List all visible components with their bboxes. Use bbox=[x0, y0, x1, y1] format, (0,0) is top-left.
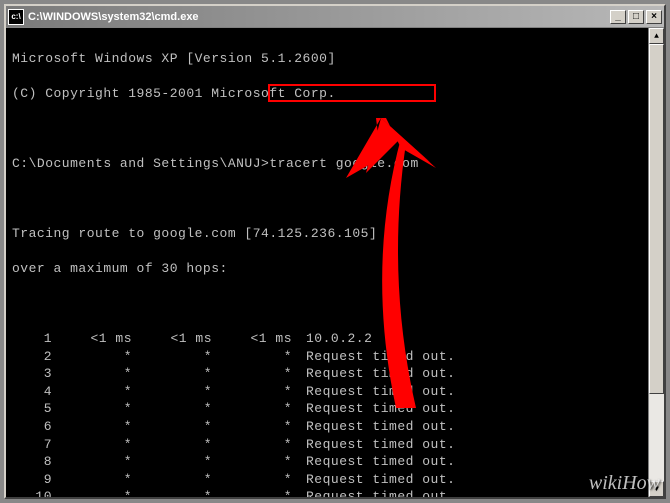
scroll-track[interactable] bbox=[649, 44, 664, 481]
title-bar[interactable]: c:\ C:\WINDOWS\system32\cmd.exe _ □ × bbox=[6, 6, 664, 28]
header-line-2: (C) Copyright 1985-2001 Microsoft Corp. bbox=[12, 85, 658, 103]
scroll-thumb[interactable] bbox=[649, 44, 664, 394]
hop-row: 5***Request timed out. bbox=[12, 400, 658, 418]
vertical-scrollbar[interactable]: ▲ ▼ bbox=[648, 28, 664, 497]
header-line-1: Microsoft Windows XP [Version 5.1.2600] bbox=[12, 50, 658, 68]
hop-row: 7***Request timed out. bbox=[12, 436, 658, 454]
hop-row: 4***Request timed out. bbox=[12, 383, 658, 401]
close-button[interactable]: × bbox=[646, 10, 662, 24]
minimize-button[interactable]: _ bbox=[610, 10, 626, 24]
hop-row: 3***Request timed out. bbox=[12, 365, 658, 383]
cmd-window: c:\ C:\WINDOWS\system32\cmd.exe _ □ × Mi… bbox=[4, 4, 666, 499]
prompt-path: C:\Documents and Settings\ANUJ> bbox=[12, 156, 269, 171]
cmd-icon: c:\ bbox=[8, 9, 24, 25]
terminal-output[interactable]: Microsoft Windows XP [Version 5.1.2600] … bbox=[6, 28, 664, 497]
maximize-button[interactable]: □ bbox=[628, 10, 644, 24]
hop-row: 8***Request timed out. bbox=[12, 453, 658, 471]
scroll-down-button[interactable]: ▼ bbox=[649, 481, 664, 497]
hop-row: 2***Request timed out. bbox=[12, 348, 658, 366]
hop-row: 6***Request timed out. bbox=[12, 418, 658, 436]
tracing-line-2: over a maximum of 30 hops: bbox=[12, 260, 658, 278]
window-title: C:\WINDOWS\system32\cmd.exe bbox=[28, 11, 610, 23]
scroll-up-button[interactable]: ▲ bbox=[649, 28, 664, 44]
hop-row: 9***Request timed out. bbox=[12, 471, 658, 489]
hop-row: 1<1 ms<1 ms<1 ms10.0.2.2 bbox=[12, 330, 658, 348]
typed-command: tracert google.com bbox=[269, 156, 418, 171]
tracing-line-1: Tracing route to google.com [74.125.236.… bbox=[12, 225, 658, 243]
hop-row: 10***Request timed out. bbox=[12, 488, 658, 497]
